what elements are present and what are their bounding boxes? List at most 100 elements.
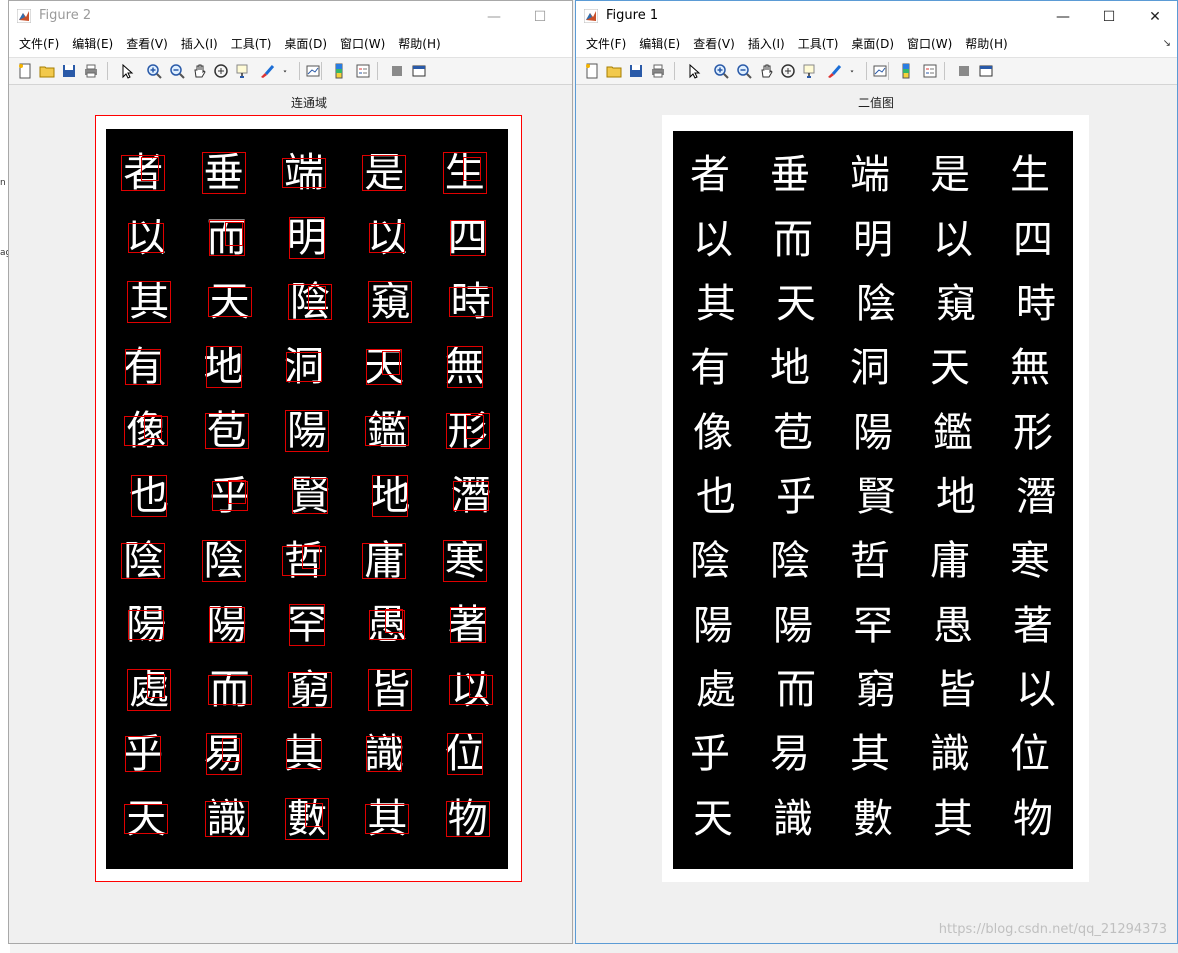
matlab-logo-icon: [584, 9, 598, 23]
calligraphy-character: 垂: [770, 152, 810, 199]
legend-icon[interactable]: [922, 63, 938, 79]
zoom-in-icon[interactable]: [713, 63, 729, 79]
show-plot-tools-icon[interactable]: [411, 63, 427, 79]
rotate-3d-icon[interactable]: [780, 63, 796, 79]
rotate-3d-icon[interactable]: [213, 63, 229, 79]
connected-component-box: [289, 604, 325, 647]
print-icon[interactable]: [83, 63, 99, 79]
menu-file[interactable]: 文件(F): [9, 32, 59, 57]
menu-view[interactable]: 查看(V): [683, 32, 735, 57]
pointer-icon[interactable]: [686, 63, 702, 79]
toolbar-separator: [299, 62, 300, 80]
link-plot-icon[interactable]: [305, 63, 321, 79]
brush-icon[interactable]: [259, 63, 275, 79]
open-file-icon[interactable]: [39, 63, 55, 79]
connected-component-box: [208, 607, 245, 644]
calligraphy-character: 鑑: [933, 409, 973, 456]
menu-overflow-icon[interactable]: ↘: [1163, 38, 1171, 49]
save-icon[interactable]: [61, 63, 77, 79]
hide-plot-tools-icon[interactable]: [956, 63, 972, 79]
menu-edit[interactable]: 编辑(E): [629, 32, 680, 57]
title-bar[interactable]: Figure 1 — ☐ ✕: [576, 1, 1177, 32]
figure-2-window[interactable]: Figure 2 — ☐ 文件(F) 编辑(E) 查看(V) 插入(I) 工具(T) 桌面…: [8, 0, 573, 944]
connected-component-box: [302, 544, 320, 569]
brush-icon[interactable]: [826, 63, 842, 79]
maximize-button[interactable]: ☐: [517, 1, 563, 32]
calligraphy-character: 陽: [853, 409, 893, 456]
calligraphy-character: 形: [1013, 409, 1053, 456]
open-file-icon[interactable]: [606, 63, 622, 79]
menu-tools[interactable]: 工具(T): [221, 32, 272, 57]
connected-component-box: [207, 287, 252, 318]
link-plot-icon[interactable]: [872, 63, 888, 79]
connected-component-box: [372, 475, 409, 517]
calligraphy-character: 哲: [850, 538, 890, 585]
dropdown-arrow-icon[interactable]: [281, 63, 289, 79]
menu-insert[interactable]: 插入(I): [171, 32, 218, 57]
dropdown-arrow-icon[interactable]: [848, 63, 856, 79]
connected-component-box: [308, 286, 326, 311]
connected-component-box: [282, 158, 326, 189]
calligraphy-character: 易: [770, 731, 810, 778]
connected-component-box: [131, 475, 168, 517]
axes-frame[interactable]: 生四時無形潛寒著以位物是以窺天鑑地庸愚皆識其端明陰洞陽賢哲罕窮其數垂而天地苞乎陰…: [662, 115, 1089, 882]
zoom-out-icon[interactable]: [736, 63, 752, 79]
zoom-out-icon[interactable]: [169, 63, 185, 79]
new-figure-icon[interactable]: [17, 63, 33, 79]
menu-window[interactable]: 窗口(W): [897, 32, 952, 57]
calligraphy-character: 識: [773, 795, 813, 842]
print-icon[interactable]: [650, 63, 666, 79]
menu-window[interactable]: 窗口(W): [330, 32, 385, 57]
menu-view[interactable]: 查看(V): [116, 32, 168, 57]
pan-icon[interactable]: [758, 63, 774, 79]
calligraphy-character: 以: [1016, 667, 1056, 714]
menu-help[interactable]: 帮助(H): [388, 32, 440, 57]
connected-component-box: [128, 610, 165, 641]
axes-frame[interactable]: 生四時無形潛寒著以位物是以窺天鑑地庸愚皆識其端明陰洞陽賢哲罕窮其數垂而天地苞乎陰…: [95, 115, 522, 882]
title-bar[interactable]: Figure 2 — ☐: [9, 1, 572, 32]
calligraphy-character: 像: [693, 409, 733, 456]
connected-component-box: [227, 480, 246, 504]
menu-file[interactable]: 文件(F): [576, 32, 626, 57]
calligraphy-character: 天: [930, 345, 970, 392]
menu-bar: 文件(F) 编辑(E) 查看(V) 插入(I) 工具(T) 桌面(D) 窗口(W) 帮助(H)…: [576, 32, 1177, 57]
figure-toolbar: [9, 57, 572, 85]
minimize-button[interactable]: —: [471, 1, 517, 32]
connected-component-box: [221, 738, 240, 763]
menu-edit[interactable]: 编辑(E): [62, 32, 113, 57]
connected-component-box: [124, 803, 169, 834]
figure-1-window[interactable]: Figure 1 — ☐ ✕ 文件(F) 编辑(E) 查看(V) 插入(I) 工具(T)…: [575, 0, 1178, 944]
connected-component-box: [369, 222, 406, 253]
save-icon[interactable]: [628, 63, 644, 79]
calligraphy-character: 天: [693, 795, 733, 842]
legend-icon[interactable]: [355, 63, 371, 79]
menu-help[interactable]: 帮助(H): [955, 32, 1007, 57]
toolbar-separator: [888, 62, 889, 80]
zoom-in-icon[interactable]: [146, 63, 162, 79]
pointer-icon[interactable]: [119, 63, 135, 79]
new-figure-icon[interactable]: [584, 63, 600, 79]
colorbar-icon[interactable]: [331, 63, 347, 79]
connected-component-box: [201, 539, 246, 582]
matlab-logo-icon: [17, 9, 31, 23]
menu-desktop[interactable]: 桌面(D): [841, 32, 894, 57]
data-cursor-icon[interactable]: [802, 63, 818, 79]
close-button[interactable]: ✕: [1132, 1, 1177, 32]
axes-title: 连通域: [290, 96, 327, 110]
calligraphy-character: 陽: [693, 602, 733, 649]
menu-insert[interactable]: 插入(I): [738, 32, 785, 57]
minimize-button[interactable]: —: [1040, 1, 1086, 32]
data-cursor-icon[interactable]: [235, 63, 251, 79]
show-plot-tools-icon[interactable]: [978, 63, 994, 79]
calligraphy-character: 洞: [850, 345, 890, 392]
hide-plot-tools-icon[interactable]: [389, 63, 405, 79]
menu-desktop[interactable]: 桌面(D): [274, 32, 327, 57]
axes-title: 二值图: [857, 96, 894, 110]
colorbar-icon[interactable]: [898, 63, 914, 79]
pan-icon[interactable]: [191, 63, 207, 79]
menu-tools[interactable]: 工具(T): [788, 32, 839, 57]
connected-component-box: [127, 281, 172, 324]
calligraphy-character: 四: [1013, 216, 1053, 263]
connected-component-box: [385, 609, 404, 634]
maximize-button[interactable]: ☐: [1086, 1, 1132, 32]
